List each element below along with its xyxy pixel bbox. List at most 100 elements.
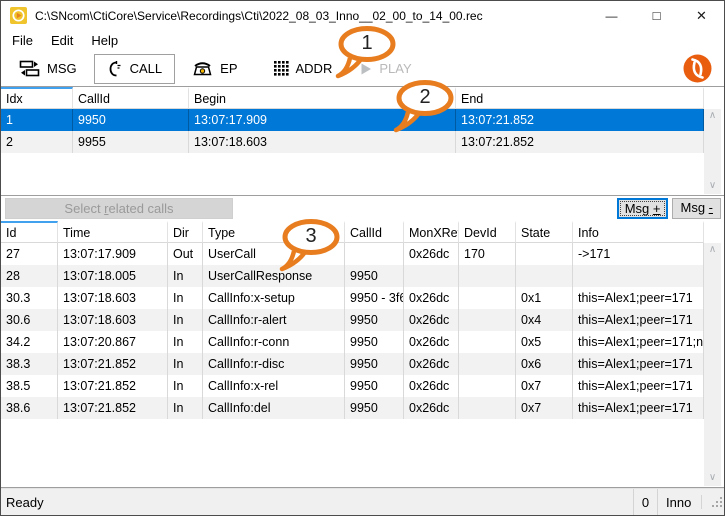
column-header-type[interactable]: Type (203, 221, 345, 243)
cell-devid (459, 353, 516, 375)
column-header-callid[interactable]: CallId (345, 221, 404, 243)
window-controls: — □ ✕ (589, 1, 724, 30)
scroll-up-icon[interactable]: ∧ (709, 109, 716, 124)
cell-id: 30.3 (1, 287, 58, 309)
cell-devid (459, 309, 516, 331)
maximize-button[interactable]: □ (634, 1, 679, 30)
addr-button[interactable]: ADDR (266, 55, 341, 82)
ep-icon (192, 60, 213, 77)
play-button: PLAY (353, 55, 419, 82)
cell-type: CallInfo:del (203, 397, 345, 419)
cell-begin: 13:07:17.909 (189, 109, 456, 131)
column-header-id[interactable]: Id (1, 221, 58, 243)
select-related-calls-button: Select related calls (5, 198, 233, 219)
cell-type: CallInfo:r-conn (203, 331, 345, 353)
calls-row[interactable]: 1 9950 13:07:17.909 13:07:21.852 (1, 109, 704, 131)
msg-minus-button[interactable]: Msg - (672, 198, 721, 219)
cell-info: this=Alex1;peer=171;norm (573, 331, 704, 353)
cell-type: UserCallResponse (203, 265, 345, 287)
column-header-begin[interactable]: Begin (189, 87, 456, 109)
call-icon (107, 60, 123, 78)
message-row[interactable]: 30.3 13:07:18.603 In CallInfo:x-setup 99… (1, 287, 704, 309)
call-button[interactable]: CALL (94, 54, 176, 84)
column-header-dir[interactable]: Dir (168, 221, 203, 243)
cell-state: 0x1 (516, 287, 573, 309)
cell-callid: 9950 (345, 397, 404, 419)
status-name: Inno (657, 489, 701, 515)
msg-icon (19, 60, 40, 77)
close-button[interactable]: ✕ (679, 1, 724, 30)
column-header-devid[interactable]: DevId (459, 221, 516, 243)
status-count: 0 (633, 489, 657, 515)
column-header-end[interactable]: End (456, 87, 704, 109)
cell-time: 13:07:21.852 (58, 353, 168, 375)
ep-button[interactable]: EP (184, 54, 245, 83)
menu-file[interactable]: File (3, 30, 42, 51)
cell-info: this=Alex1;peer=171 (573, 375, 704, 397)
scroll-down-icon[interactable]: ∨ (709, 471, 716, 486)
scroll-down-icon[interactable]: ∨ (709, 179, 716, 194)
cell-state: 0x4 (516, 309, 573, 331)
cell-info: this=Alex1;peer=171 (573, 353, 704, 375)
messages-header-row: Id Time Dir Type CallId MonXRef DevId St… (1, 221, 704, 243)
cell-devid (459, 375, 516, 397)
messages-table: Id Time Dir Type CallId MonXRef DevId St… (1, 221, 704, 419)
cell-state: 0x7 (516, 375, 573, 397)
column-header-time[interactable]: Time (58, 221, 168, 243)
cell-dir: In (168, 353, 203, 375)
innovaphone-logo (682, 53, 713, 84)
window-title: C:\SNcom\CtiCore\Service\Recordings\Cti\… (35, 9, 483, 23)
cell-type: CallInfo:r-disc (203, 353, 345, 375)
message-row[interactable]: 30.6 13:07:18.603 In CallInfo:r-alert 99… (1, 309, 704, 331)
cell-state: 0x7 (516, 397, 573, 419)
cell-dir: In (168, 265, 203, 287)
cell-monxref: 0x26dc (404, 243, 459, 265)
calls-vertical-scrollbar[interactable]: ∧ ∨ (704, 109, 721, 194)
cell-id: 27 (1, 243, 58, 265)
message-row[interactable]: 28 13:07:18.005 In UserCallResponse 9950 (1, 265, 704, 287)
cell-time: 13:07:18.005 (58, 265, 168, 287)
cell-callid: 9950 - 3f6 (345, 287, 404, 309)
column-header-callid[interactable]: CallId (73, 87, 189, 109)
cell-time: 13:07:21.852 (58, 375, 168, 397)
column-header-info[interactable]: Info (573, 221, 704, 243)
msg-button[interactable]: MSG (11, 54, 85, 83)
play-label: PLAY (379, 61, 411, 76)
scroll-up-icon[interactable]: ∧ (709, 243, 716, 258)
cell-id: 38.5 (1, 375, 58, 397)
column-header-state[interactable]: State (516, 221, 573, 243)
cell-callid: 9950 (345, 309, 404, 331)
msg-plus-button[interactable]: Msg + (617, 198, 669, 219)
cell-info: this=Alex1;peer=171 (573, 287, 704, 309)
calls-header-row: Idx CallId Begin End (1, 87, 704, 109)
messages-vertical-scrollbar[interactable]: ∧ ∨ (704, 243, 721, 486)
cell-dir: In (168, 397, 203, 419)
message-row[interactable]: 38.5 13:07:21.852 In CallInfo:x-rel 9950… (1, 375, 704, 397)
resize-grip-icon[interactable] (701, 495, 724, 509)
menu-help[interactable]: Help (82, 30, 127, 51)
menu-edit[interactable]: Edit (42, 30, 82, 51)
message-row[interactable]: 38.6 13:07:21.852 In CallInfo:del 9950 0… (1, 397, 704, 419)
call-label: CALL (130, 61, 163, 76)
cell-state: 0x6 (516, 353, 573, 375)
cell-devid (459, 287, 516, 309)
ep-label: EP (220, 61, 237, 76)
cell-callid: 9950 (345, 331, 404, 353)
column-header-monxref[interactable]: MonXRef (404, 221, 459, 243)
cell-callid: 9955 (73, 131, 189, 153)
calls-panel: Idx CallId Begin End 1 9950 13:07:17.909… (1, 87, 724, 196)
cell-state (516, 243, 573, 265)
cell-type: CallInfo:x-setup (203, 287, 345, 309)
cell-idx: 1 (1, 109, 73, 131)
message-row[interactable]: 27 13:07:17.909 Out UserCall 0x26dc 170 … (1, 243, 704, 265)
message-row[interactable]: 38.3 13:07:21.852 In CallInfo:r-disc 995… (1, 353, 704, 375)
calls-row[interactable]: 2 9955 13:07:18.603 13:07:21.852 (1, 131, 704, 153)
cell-end: 13:07:21.852 (456, 131, 704, 153)
cell-id: 28 (1, 265, 58, 287)
msg-label: MSG (47, 61, 77, 76)
cell-id: 34.2 (1, 331, 58, 353)
column-header-idx[interactable]: Idx (1, 87, 73, 109)
message-row[interactable]: 34.2 13:07:20.867 In CallInfo:r-conn 995… (1, 331, 704, 353)
cell-dir: Out (168, 243, 203, 265)
minimize-button[interactable]: — (589, 1, 634, 30)
